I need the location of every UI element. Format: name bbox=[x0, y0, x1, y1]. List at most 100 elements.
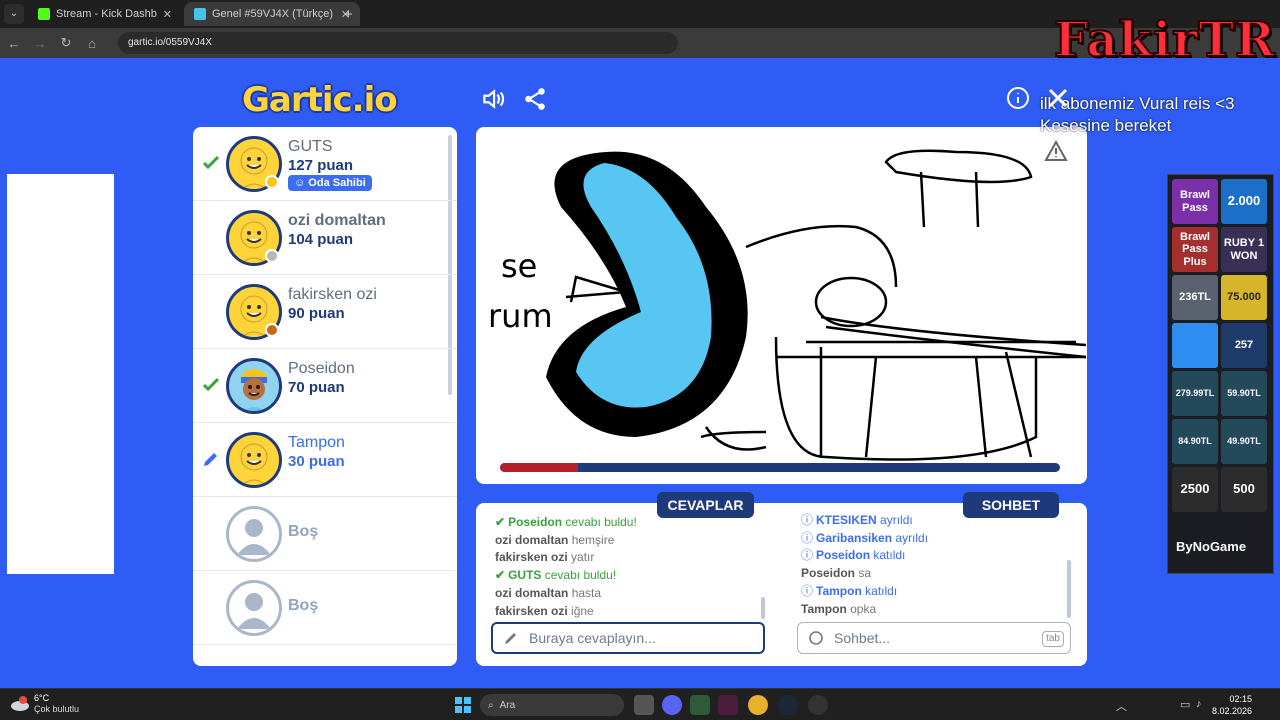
ad-tile[interactable]: 2.000 bbox=[1221, 179, 1267, 224]
player-row[interactable]: Tampon 30 puan bbox=[193, 423, 457, 497]
answers-scrollbar[interactable] bbox=[761, 597, 765, 619]
chat-bubble-icon bbox=[809, 631, 823, 645]
windows-taskbar: 6°C Çok bulutlu ⌕ Ara ︿ ▭ ♪ 02:15 8.02.20… bbox=[0, 688, 1280, 720]
empty-slot: Boş bbox=[193, 497, 457, 571]
empty-slot-label: Boş bbox=[288, 597, 319, 614]
player-points: 30 puan bbox=[288, 453, 345, 470]
ad-brand: ByNoGame bbox=[1176, 539, 1247, 554]
ad-tile[interactable]: 59.90TL bbox=[1221, 371, 1267, 416]
stream-overlay-message: ilk abonemiz Vural reis <3 Kesesine bere… bbox=[1040, 94, 1235, 135]
app-icon[interactable] bbox=[690, 695, 710, 715]
close-icon[interactable] bbox=[1048, 88, 1068, 108]
left-ad-slot[interactable] bbox=[7, 174, 114, 574]
room-owner-badge: ☺ Oda Sahibi bbox=[288, 175, 372, 191]
status-dot bbox=[265, 323, 279, 337]
address-bar[interactable]: gartic.io/0559VJ4X bbox=[118, 32, 678, 54]
new-tab-button[interactable]: + bbox=[344, 6, 353, 23]
status-dot bbox=[265, 249, 279, 263]
info-icon: ⓘ bbox=[801, 548, 814, 563]
answer-input[interactable]: Buraya cevaplayın... bbox=[491, 622, 765, 654]
taskbar-clock[interactable]: 02:15 8.02.2026 bbox=[1212, 693, 1252, 717]
ad-tile[interactable]: Brawl Pass Plus bbox=[1172, 227, 1218, 272]
chat-input[interactable]: Sohbet... tab bbox=[797, 622, 1071, 654]
player-name: ozi domaltan bbox=[288, 212, 386, 229]
avatar bbox=[226, 432, 282, 488]
app-icon[interactable] bbox=[808, 695, 828, 715]
empty-slot-label: Boş bbox=[288, 523, 319, 540]
weather-widget[interactable]: 6°C Çok bulutlu bbox=[10, 693, 79, 715]
app-icon[interactable] bbox=[718, 695, 738, 715]
browser-tab-kick[interactable]: Stream - Kick Dashboard ✕ bbox=[28, 2, 182, 26]
ad-tile[interactable]: 500 bbox=[1221, 467, 1267, 512]
close-tab-icon[interactable]: ✕ bbox=[163, 8, 172, 21]
player-row[interactable]: fakirsken ozi 90 puan bbox=[193, 275, 457, 349]
drawing: se rum bbox=[488, 149, 1087, 461]
ad-tile[interactable]: 257 bbox=[1221, 323, 1267, 368]
player-points: 70 puan bbox=[288, 379, 345, 396]
tab-key-hint: tab bbox=[1042, 631, 1064, 647]
check-icon bbox=[202, 155, 220, 170]
discord-icon[interactable] bbox=[662, 695, 682, 715]
clock-time: 02:15 bbox=[1229, 694, 1253, 704]
forward-arrow-icon[interactable]: → bbox=[28, 36, 52, 51]
share-icon[interactable] bbox=[522, 86, 548, 112]
ad-tile[interactable]: RUBY 1 WON bbox=[1221, 227, 1267, 272]
search-label: Ara bbox=[499, 699, 516, 711]
url-text: gartic.io/0559VJ4X bbox=[128, 37, 212, 48]
player-row[interactable]: Poseidon 70 puan bbox=[193, 349, 457, 423]
player-name: GUTS bbox=[288, 138, 333, 155]
home-icon[interactable]: ⌂ bbox=[80, 36, 104, 51]
sound-icon[interactable] bbox=[480, 86, 506, 112]
empty-avatar-icon bbox=[226, 506, 282, 562]
apple-icon[interactable] bbox=[1172, 323, 1218, 368]
clock-date: 8.02.2026 bbox=[1212, 706, 1253, 716]
network-icon[interactable]: ▭ bbox=[1180, 698, 1190, 711]
tray-chevron-icon[interactable]: ︿ bbox=[1116, 698, 1127, 714]
windows-start-icon[interactable] bbox=[455, 697, 471, 713]
tab-search-button[interactable]: ⌄ bbox=[4, 4, 24, 24]
avatar bbox=[226, 358, 282, 414]
info-icon[interactable] bbox=[1006, 86, 1030, 110]
chat-scrollbar[interactable] bbox=[1067, 560, 1071, 618]
check-icon bbox=[202, 377, 220, 392]
ad-tile[interactable]: 84.90TL bbox=[1172, 419, 1218, 464]
task-view-icon[interactable] bbox=[634, 695, 654, 715]
steam-icon[interactable] bbox=[778, 695, 798, 715]
answer-message: fakirsken ozi iğne bbox=[495, 603, 594, 618]
stream-overlay-logo: FakirTR bbox=[1053, 11, 1276, 69]
report-warning-icon[interactable] bbox=[1044, 140, 1068, 162]
player-row[interactable]: GUTS 127 puan ☺ Oda Sahibi bbox=[193, 127, 457, 201]
empty-slot: Boş bbox=[193, 571, 457, 645]
browser-tab-gartic[interactable]: Genel #59VJ4X (Türkçe) - Gartic ✕ bbox=[184, 2, 360, 26]
kick-favicon-icon bbox=[38, 8, 50, 20]
cloud-icon bbox=[11, 696, 29, 711]
search-icon: ⌕ bbox=[488, 699, 494, 711]
check-icon: ✔ bbox=[495, 568, 506, 583]
ad-tile[interactable]: 49.90TL bbox=[1221, 419, 1267, 464]
ad-grid: Brawl Pass 2.000 Brawl Pass Plus RUBY 1 … bbox=[1172, 179, 1267, 512]
info-icon: ⓘ bbox=[801, 583, 814, 598]
ad-tile[interactable]: 279.99TL bbox=[1172, 371, 1218, 416]
ad-tile[interactable]: 75.000 bbox=[1221, 275, 1267, 320]
status-dot bbox=[265, 175, 279, 189]
ad-tile[interactable]: 236TL bbox=[1172, 275, 1218, 320]
reload-icon[interactable]: ↻ bbox=[54, 35, 78, 51]
player-points: 127 puan bbox=[288, 157, 354, 174]
drawn-text: rum bbox=[488, 297, 553, 335]
player-list: GUTS 127 puan ☺ Oda Sahibi ozi domaltan … bbox=[193, 127, 457, 666]
volume-icon[interactable]: ♪ bbox=[1196, 698, 1202, 710]
taskbar-search[interactable]: ⌕ Ara bbox=[480, 694, 624, 716]
ad-tile[interactable]: 2500 bbox=[1172, 467, 1218, 512]
gartic-favicon-icon bbox=[194, 8, 206, 20]
answer-placeholder: Buraya cevaplayın... bbox=[529, 630, 656, 646]
ad-tile[interactable]: Brawl Pass bbox=[1172, 179, 1218, 224]
player-row[interactable]: ozi domaltan 104 puan bbox=[193, 201, 457, 275]
drawn-text: se bbox=[501, 247, 537, 285]
drawing-canvas[interactable]: se rum bbox=[476, 127, 1087, 484]
answer-message: ✔ Poseidon cevabı buldu! bbox=[495, 515, 637, 529]
gartic-logo: Gartic.io bbox=[242, 80, 398, 120]
chrome-icon[interactable] bbox=[748, 695, 768, 715]
right-ad-banner[interactable]: Brawl Pass 2.000 Brawl Pass Plus RUBY 1 … bbox=[1167, 174, 1274, 574]
back-arrow-icon[interactable]: ← bbox=[2, 36, 26, 51]
pencil-icon bbox=[505, 633, 516, 644]
